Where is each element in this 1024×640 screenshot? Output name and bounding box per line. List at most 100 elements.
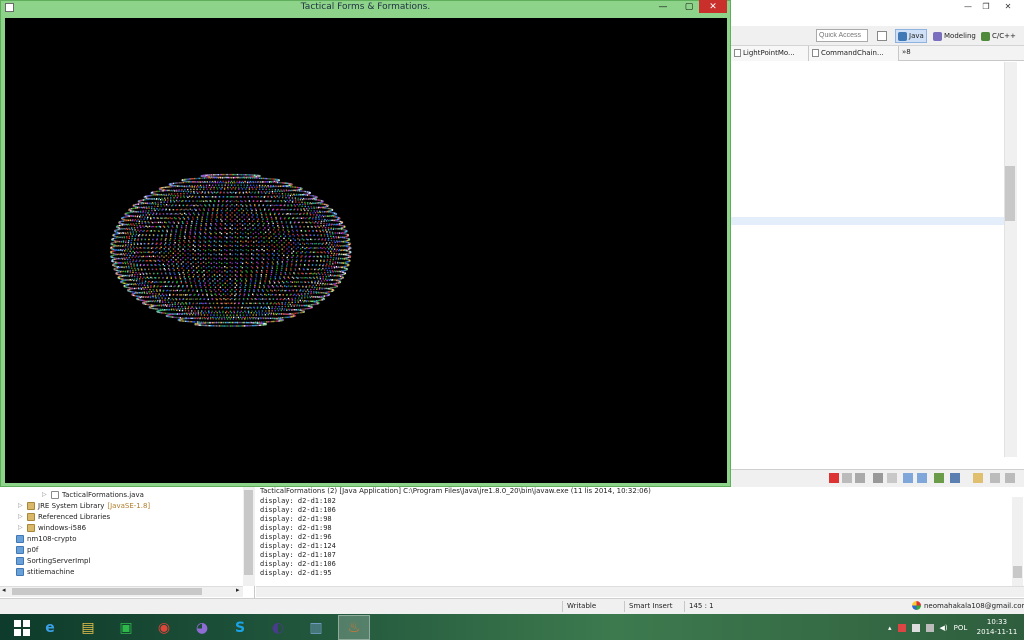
minimize-view-icon[interactable] <box>990 473 1000 483</box>
quick-access-input[interactable] <box>816 29 868 42</box>
formation-point <box>249 184 252 186</box>
tree-item[interactable]: SortingServerImpl <box>16 556 90 566</box>
formation-point <box>134 219 137 221</box>
formation-point <box>342 245 345 247</box>
package-explorer-hscroll-thumb[interactable] <box>12 588 202 595</box>
tree-item[interactable]: p0f <box>16 545 38 555</box>
eclipse-close-button[interactable]: ✕ <box>998 1 1018 12</box>
formation-point <box>179 294 181 296</box>
formation-point <box>298 304 300 306</box>
formation-point <box>234 182 236 184</box>
formation-point <box>143 264 145 266</box>
tree-item[interactable]: ▷ TacticalFormations.java <box>42 490 144 500</box>
formation-point <box>151 209 153 212</box>
expand-arrow-icon[interactable]: ▷ <box>18 523 24 533</box>
formation-point <box>291 259 294 261</box>
formation-point <box>315 216 317 218</box>
formation-point <box>249 180 252 183</box>
tree-item[interactable]: stitiemachine <box>16 567 74 577</box>
expand-arrow-icon[interactable]: ▷ <box>18 501 24 511</box>
formation-point <box>283 231 286 233</box>
maximize-view-icon[interactable] <box>1005 473 1015 483</box>
console-view[interactable] <box>256 487 1024 598</box>
formation-point <box>267 321 270 323</box>
formation-point <box>252 314 254 316</box>
formation-point <box>330 239 333 242</box>
expand-arrow-icon[interactable]: ▷ <box>42 490 48 500</box>
perspective-modeling[interactable]: Modeling <box>930 29 979 43</box>
remove-launch-icon[interactable] <box>842 473 852 483</box>
tree-item[interactable]: ▷ windows-i586 <box>18 523 86 533</box>
formation-point <box>258 186 261 188</box>
formation-point <box>265 278 267 280</box>
eclipse-minimize-button[interactable]: — <box>958 1 978 12</box>
tree-item[interactable]: ▷ JRE System Library [JavaSE-1.8] <box>18 501 150 511</box>
display-console-icon[interactable] <box>934 473 944 483</box>
formation-point <box>182 252 184 255</box>
tree-item[interactable]: nm108-crypto <box>16 534 76 544</box>
remove-all-icon[interactable] <box>855 473 865 483</box>
formation-canvas[interactable] <box>5 18 727 483</box>
formation-point <box>295 213 297 215</box>
editor-vertical-scrollbar[interactable] <box>1004 62 1017 457</box>
formation-point <box>268 208 270 210</box>
formation-point <box>172 252 174 254</box>
formation-point <box>250 280 252 282</box>
show-console-icon[interactable] <box>903 473 913 483</box>
close-button[interactable]: ✕ <box>699 0 727 13</box>
formation-point <box>328 223 331 225</box>
formation-point <box>280 273 282 276</box>
formation-point <box>167 225 169 227</box>
status-insert-mode[interactable]: Smart Insert <box>624 601 684 612</box>
formation-point <box>301 277 303 279</box>
minimize-button[interactable]: — <box>650 0 676 13</box>
formation-point <box>262 307 265 309</box>
formation-point <box>238 214 241 216</box>
open-perspective-icon[interactable] <box>877 31 887 41</box>
formation-point <box>198 235 200 238</box>
formation-point <box>211 310 213 312</box>
formation-point <box>308 259 311 262</box>
formation-point <box>322 263 325 266</box>
scroll-left-icon[interactable]: ◂ <box>2 586 6 594</box>
formation-point <box>260 200 262 202</box>
formation-point <box>180 196 182 199</box>
formation-point <box>213 265 215 268</box>
console-scroll-thumb[interactable] <box>1013 566 1022 578</box>
formation-point <box>299 263 302 266</box>
terminate-icon[interactable] <box>829 473 839 483</box>
open-console-icon[interactable] <box>950 473 960 483</box>
scroll-lock-icon[interactable] <box>887 473 897 483</box>
editor-tab-overflow[interactable]: »8 <box>902 48 911 56</box>
pin-console-icon[interactable] <box>917 473 927 483</box>
formation-point <box>190 293 192 296</box>
editor-area[interactable] <box>730 62 1004 457</box>
formation-point <box>206 200 208 202</box>
formation-point <box>316 214 318 216</box>
formation-point <box>147 212 149 214</box>
clear-console-icon[interactable] <box>873 473 883 483</box>
eclipse-restore-button[interactable]: ❐ <box>976 1 996 12</box>
editor-tab-lightpointmodel[interactable]: LightPointMo... <box>731 46 809 61</box>
formation-point <box>254 282 256 284</box>
editor-tab-commandchain[interactable]: CommandChain... <box>809 46 899 61</box>
formation-point <box>290 186 292 188</box>
status-user[interactable]: neomahakala108@gmail.com <box>912 601 1024 610</box>
expand-arrow-icon[interactable]: ▷ <box>18 512 24 522</box>
package-explorer-scroll-thumb[interactable] <box>244 490 253 575</box>
formation-point <box>167 194 169 197</box>
tree-item[interactable]: ▷ Referenced Libraries <box>18 512 110 522</box>
console-horizontal-scrollbar[interactable] <box>256 586 1024 597</box>
formation-point <box>144 216 146 218</box>
new-console-icon[interactable] <box>973 473 983 483</box>
scroll-right-icon[interactable]: ▸ <box>236 586 240 594</box>
formation-point <box>343 249 345 251</box>
formation-point <box>236 173 239 176</box>
formation-point <box>136 265 138 267</box>
perspective-cpp[interactable]: C/C++ <box>978 29 1019 43</box>
editor-scroll-thumb[interactable] <box>1005 166 1015 221</box>
formation-point <box>137 295 139 297</box>
perspective-java[interactable]: Java <box>895 29 927 43</box>
formation-point <box>244 289 246 291</box>
formation-point <box>272 229 275 231</box>
